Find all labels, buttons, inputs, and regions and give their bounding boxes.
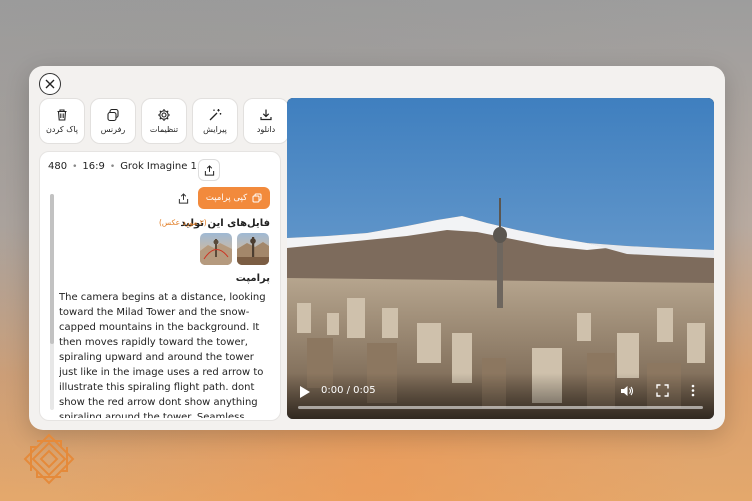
download-label: دانلود	[256, 125, 276, 134]
prompt-scrollbar[interactable]	[50, 194, 54, 410]
separator-dot: •	[109, 161, 116, 172]
clear-label: پاک کردن	[45, 125, 79, 134]
video-frame	[287, 98, 714, 419]
share-icon	[204, 164, 214, 176]
resolution-value: 480	[48, 161, 68, 172]
share-prompt-button[interactable]	[173, 188, 193, 208]
download-icon	[260, 109, 272, 121]
settings-label: تنظیمات	[149, 125, 179, 134]
brand-logo	[23, 433, 75, 485]
file-thumbnail[interactable]	[200, 233, 232, 265]
download-button[interactable]: دانلود	[243, 98, 289, 144]
layers-icon	[107, 108, 119, 122]
fullscreen-icon[interactable]	[656, 384, 669, 397]
aspect-ratio-value: 16:9	[82, 161, 105, 172]
copy-prompt-label: کپی پرامپت	[205, 193, 248, 203]
copy-icon	[252, 193, 262, 203]
settings-button[interactable]: تنظیمات	[141, 98, 187, 144]
prompt-title: پرامپت	[235, 273, 270, 284]
close-icon	[45, 79, 55, 89]
video-time: 0:00 / 0:05	[321, 385, 376, 396]
video-progress-bar[interactable]	[298, 406, 703, 409]
video-detail-modal: پاک کردن رفرنس تنظیمات پیرایش دانلود 480…	[29, 66, 725, 430]
share-button[interactable]	[198, 159, 220, 181]
magic-wand-icon	[209, 109, 222, 121]
file-thumbnail[interactable]	[237, 233, 269, 265]
share-icon	[178, 192, 188, 204]
prompt-text: The camera begins at a distance, looking…	[59, 292, 266, 418]
gear-icon	[158, 109, 170, 121]
scrollbar-thumb[interactable]	[50, 194, 54, 344]
generation-meta: 480 • 16:9 • Grok Imagine 1.5	[48, 161, 206, 172]
close-button[interactable]	[39, 73, 61, 95]
clear-button[interactable]: پاک کردن	[39, 98, 85, 144]
video-controls: 0:00 / 0:05	[287, 373, 714, 419]
files-count: (۲ مورد عکس)	[159, 218, 207, 227]
reference-label: رفرنس	[100, 125, 126, 134]
reference-button[interactable]: رفرنس	[90, 98, 136, 144]
play-icon[interactable]	[299, 385, 311, 399]
edit-button[interactable]: پیرایش	[192, 98, 238, 144]
separator-dot: •	[72, 161, 78, 172]
model-name: Grok Imagine 1.5	[120, 161, 207, 172]
video-player[interactable]: 0:00 / 0:05	[287, 98, 714, 419]
toolbar: پاک کردن رفرنس تنظیمات پیرایش دانلود	[39, 98, 289, 144]
details-panel: 480 • 16:9 • Grok Imagine 1.5 کپی پرامپت	[39, 151, 281, 421]
trash-icon	[57, 109, 67, 121]
edit-label: پیرایش	[203, 125, 227, 134]
volume-icon[interactable]	[620, 384, 634, 398]
copy-prompt-button[interactable]: کپی پرامپت	[198, 187, 270, 209]
files-thumbnails	[200, 233, 269, 265]
more-options-icon[interactable]	[691, 384, 695, 397]
